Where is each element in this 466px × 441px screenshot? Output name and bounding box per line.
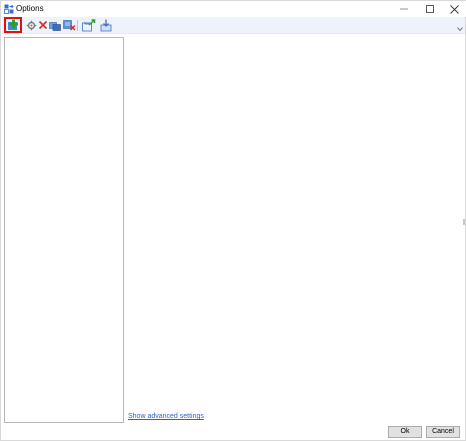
add-icon bbox=[8, 19, 18, 30]
minimize-icon bbox=[400, 8, 408, 10]
close-icon bbox=[449, 4, 459, 14]
options-content-panel bbox=[125, 37, 461, 423]
delete-icon bbox=[38, 20, 48, 30]
show-advanced-settings-link[interactable]: Show advanced settings bbox=[128, 413, 204, 420]
maximize-icon bbox=[426, 5, 434, 13]
close-button[interactable] bbox=[441, 1, 466, 17]
edit-icon bbox=[26, 20, 36, 30]
maximize-button[interactable] bbox=[417, 1, 443, 17]
copy-button[interactable] bbox=[48, 18, 62, 32]
options-window: Options Show advanced settings Ok Cancel bbox=[0, 0, 466, 441]
options-app-icon bbox=[4, 4, 14, 14]
window-title: Options bbox=[16, 4, 44, 13]
title-bar: Options bbox=[1, 1, 466, 17]
export-icon bbox=[82, 18, 96, 31]
remove-icon bbox=[62, 20, 76, 31]
import-icon bbox=[100, 19, 112, 31]
chevron-down-icon[interactable] bbox=[457, 27, 463, 31]
minimize-button[interactable] bbox=[391, 1, 417, 17]
resize-grip[interactable] bbox=[463, 219, 465, 225]
toolbar bbox=[2, 17, 465, 34]
options-tree-panel[interactable] bbox=[4, 37, 124, 423]
ok-button[interactable]: Ok bbox=[388, 426, 422, 438]
add-button[interactable] bbox=[4, 17, 22, 33]
export-button[interactable] bbox=[82, 18, 96, 32]
toolbar-separator bbox=[77, 20, 78, 31]
remove-button[interactable] bbox=[62, 18, 76, 32]
copy-icon bbox=[49, 21, 61, 31]
cancel-button[interactable]: Cancel bbox=[426, 426, 460, 438]
import-button[interactable] bbox=[99, 18, 113, 32]
